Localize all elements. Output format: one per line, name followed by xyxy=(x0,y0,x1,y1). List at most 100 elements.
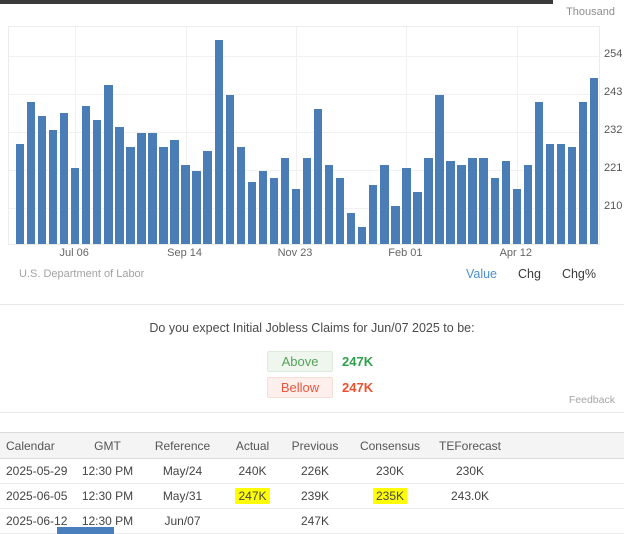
chart-bar xyxy=(203,151,211,244)
chart-bar xyxy=(314,109,322,244)
x-axis-tick-label: Sep 14 xyxy=(167,247,202,259)
chart-bar xyxy=(491,178,499,244)
cell-actual: 240K xyxy=(225,459,280,484)
column-header-teforecast: TEForecast xyxy=(430,433,510,459)
chart-bar xyxy=(402,168,410,244)
chart-bar xyxy=(292,189,300,244)
above-button[interactable]: Above xyxy=(267,351,333,372)
chart-bar xyxy=(159,147,167,244)
table-row[interactable]: 2025-05-29 12:30 PM May/24 240K 226K 230… xyxy=(0,459,624,484)
chart-bar xyxy=(424,158,432,244)
partial-bottom-button[interactable] xyxy=(57,527,114,534)
chart-bar xyxy=(226,95,234,244)
chart-bar xyxy=(148,133,156,244)
cell-blank xyxy=(510,459,624,484)
chart-bar xyxy=(546,144,554,244)
cell-actual xyxy=(225,509,280,534)
chart-bar xyxy=(82,106,90,244)
toggle-chg-pct[interactable]: Chg% xyxy=(562,267,596,281)
chart-bar xyxy=(557,144,565,244)
y-axis-tick-label: 243 xyxy=(604,86,622,98)
chart-bar xyxy=(336,178,344,244)
cell-calendar: 2025-06-05 xyxy=(0,484,75,509)
cell-gmt: 12:30 PM xyxy=(75,484,140,509)
cell-teforecast xyxy=(430,509,510,534)
cell-reference: May/31 xyxy=(140,484,225,509)
gridline xyxy=(9,56,599,57)
survey-option-above-row: Above 247K xyxy=(267,351,373,372)
chart-bar xyxy=(358,227,366,244)
chart-bar xyxy=(325,165,333,244)
survey-question: Do you expect Initial Jobless Claims for… xyxy=(0,321,624,335)
cell-gmt: 12:30 PM xyxy=(75,459,140,484)
chart-bar xyxy=(93,120,101,244)
chart-bar xyxy=(524,165,532,244)
chart-bar xyxy=(502,161,510,244)
chart-bar xyxy=(579,102,587,244)
x-axis-tick-label: Apr 12 xyxy=(500,247,532,259)
y-axis-tick-label: 254 xyxy=(604,48,622,60)
y-axis-tick-label: 221 xyxy=(604,162,622,174)
chart-bar xyxy=(513,189,521,244)
chart-bar xyxy=(303,158,311,244)
chart-bar xyxy=(369,185,377,244)
chart-bar xyxy=(115,127,123,244)
y-axis-tick-label: 232 xyxy=(604,124,622,136)
cell-previous: 226K xyxy=(280,459,350,484)
calendar-table: Calendar GMT Reference Actual Previous C… xyxy=(0,432,624,534)
section-divider xyxy=(0,304,624,305)
below-button[interactable]: Bellow xyxy=(267,377,333,398)
column-header-blank xyxy=(510,433,624,459)
chart-bar xyxy=(457,165,465,244)
cell-teforecast: 243.0K xyxy=(430,484,510,509)
jobless-claims-widget: Thousand 254243232221210Jul 06Sep 14Nov … xyxy=(0,0,624,534)
chart-bar xyxy=(248,182,256,244)
chart-view-toggles: Value Chg Chg% xyxy=(466,267,596,281)
column-header-calendar: Calendar xyxy=(0,433,75,459)
chart-bar xyxy=(347,213,355,244)
column-header-actual: Actual xyxy=(225,433,280,459)
table-row[interactable]: 2025-06-05 12:30 PM May/31 247K 239K 235… xyxy=(0,484,624,509)
chart-bar xyxy=(391,206,399,244)
x-axis-tick-label: Nov 23 xyxy=(278,247,313,259)
y-axis-tick-label: 210 xyxy=(604,200,622,212)
chart-plot-area[interactable] xyxy=(8,26,600,245)
chart-bar xyxy=(413,192,421,244)
cell-calendar: 2025-05-29 xyxy=(0,459,75,484)
cell-blank xyxy=(510,509,624,534)
toggle-chg[interactable]: Chg xyxy=(518,267,541,281)
jobless-claims-chart[interactable]: 254 243 232 221 210 Jul 06 Sep 14 Nov 23 Feb 01 A… xyxy=(0,0,624,262)
chart-bar xyxy=(38,116,46,244)
column-header-consensus: Consensus xyxy=(350,433,430,459)
feedback-link[interactable]: Feedback xyxy=(569,394,615,406)
survey-option-below-row: Bellow 247K xyxy=(267,377,373,398)
cell-consensus: 230K xyxy=(350,459,430,484)
chart-bar xyxy=(446,161,454,244)
chart-bar xyxy=(137,133,145,244)
column-header-reference: Reference xyxy=(140,433,225,459)
x-axis-tick-label: Jul 06 xyxy=(60,247,89,259)
x-axis-tick-label: Feb 01 xyxy=(388,247,422,259)
chart-bar xyxy=(535,102,543,244)
cell-reference: May/24 xyxy=(140,459,225,484)
chart-bar xyxy=(380,165,388,244)
table-header-row: Calendar GMT Reference Actual Previous C… xyxy=(0,433,624,459)
chart-bar xyxy=(237,147,245,244)
chart-bar xyxy=(192,171,200,244)
chart-bar xyxy=(568,147,576,244)
chart-bar xyxy=(27,102,35,244)
above-consensus-value: 247K xyxy=(342,354,373,369)
toggle-value[interactable]: Value xyxy=(466,267,497,281)
chart-bar xyxy=(104,85,112,244)
chart-bar xyxy=(281,158,289,244)
gridline xyxy=(9,94,599,95)
chart-bar xyxy=(479,158,487,244)
chart-bar xyxy=(60,113,68,244)
chart-bar xyxy=(435,95,443,244)
cell-previous: 239K xyxy=(280,484,350,509)
chart-bar xyxy=(270,178,278,244)
cell-consensus xyxy=(350,509,430,534)
chart-source-label: U.S. Department of Labor xyxy=(19,268,144,280)
chart-bar xyxy=(181,165,189,244)
highlighted-value: 247K xyxy=(235,488,269,504)
